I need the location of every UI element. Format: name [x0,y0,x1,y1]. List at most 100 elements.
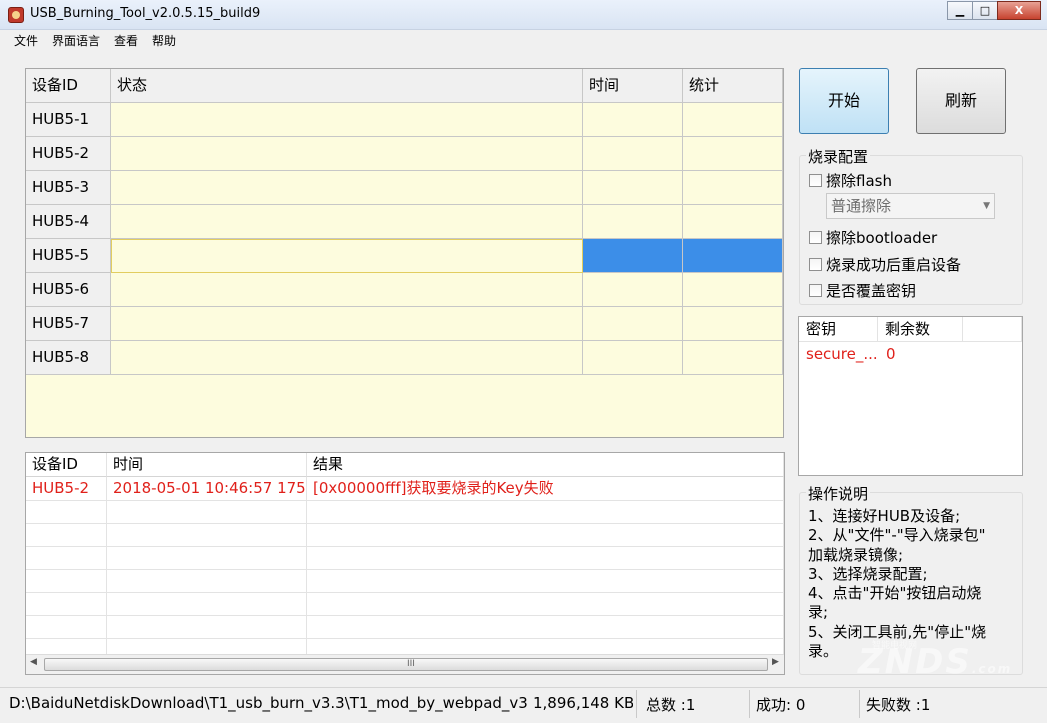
device-grid: 设备ID 状态 时间 统计 HUB5-1 HUB5-2 HUB5-3 HUB5-4 HU… [25,68,784,438]
device-row-id[interactable]: HUB5-7 [26,307,111,341]
device-row-stats[interactable] [683,205,783,239]
status-divider [749,690,750,718]
start-button[interactable]: 开始 [799,68,889,134]
device-row-stats[interactable] [683,307,783,341]
scroll-thumb[interactable]: III [44,658,768,671]
device-row-status[interactable] [111,103,583,137]
grid-header-time[interactable]: 时间 [583,69,683,103]
log-empty-cell [26,501,107,524]
device-row-stats[interactable] [683,103,783,137]
erase-bootloader-checkbox[interactable]: 擦除bootloader [809,227,937,248]
status-size: 1,896,148 KB [533,694,633,712]
device-row-time[interactable] [583,341,683,375]
device-row-stats[interactable] [683,341,783,375]
chevron-down-icon: ▼ [983,201,990,211]
grid-header-device-id[interactable]: 设备ID [26,69,111,103]
reboot-after-checkbox[interactable]: 烧录成功后重启设备 [809,254,961,275]
key-header-filler [963,317,1022,342]
status-success: 成功: 0 [756,696,806,714]
log-empty-cell [107,616,307,639]
instruction-line: 2、从"文件"-"导入烧录包" [808,526,986,545]
log-empty-cell [307,570,784,593]
scroll-grip: III [407,659,415,669]
refresh-button[interactable]: 刷新 [916,68,1006,134]
instruction-line: 录; [808,603,829,622]
window-title: USB_Burning_Tool_v2.0.5.15_build9 [30,6,261,21]
device-row-id[interactable]: HUB5-3 [26,171,111,205]
grid-header-stats[interactable]: 统计 [683,69,783,103]
status-total: 总数 :1 [646,696,696,714]
close-button[interactable]: X [997,1,1041,20]
log-row-device[interactable]: HUB5-2 [26,477,107,501]
device-row-stats[interactable] [683,137,783,171]
scroll-right-icon[interactable]: ▶ [772,657,779,667]
device-row-stats[interactable] [683,239,783,273]
checkbox-icon[interactable] [809,284,822,297]
device-row-id[interactable]: HUB5-8 [26,341,111,375]
log-header-time[interactable]: 时间 [107,453,307,477]
device-row-status[interactable] [111,205,583,239]
device-row-id[interactable]: HUB5-2 [26,137,111,171]
device-row-time[interactable] [583,137,683,171]
burn-config-title: 烧录配置 [806,146,871,167]
instruction-line: 加载烧录镜像; [808,545,904,564]
device-row-time[interactable] [583,273,683,307]
menu-file[interactable]: 文件 [14,32,38,49]
log-empty-cell [307,501,784,524]
log-empty-cell [26,524,107,547]
menu-help[interactable]: 帮助 [152,32,176,49]
device-row-status[interactable] [111,273,583,307]
device-row-stats[interactable] [683,171,783,205]
device-row-status[interactable] [111,171,583,205]
erase-mode-value: 普通擦除 [831,197,892,215]
device-row-id[interactable]: HUB5-4 [26,205,111,239]
log-row-result[interactable]: [0x00000fff]获取要烧录的Key失败 [307,477,784,501]
device-row-status[interactable] [111,137,583,171]
log-header-device-id[interactable]: 设备ID [26,453,107,477]
log-header-result[interactable]: 结果 [307,453,784,477]
log-horizontal-scrollbar[interactable]: ◀ III ▶ [26,654,784,674]
device-row-status[interactable] [111,307,583,341]
key-row-name[interactable]: secure_... [806,345,878,363]
key-header-remaining[interactable]: 剩余数 [878,317,963,342]
key-header-name[interactable]: 密钥 [799,317,878,342]
log-empty-cell [307,616,784,639]
erase-flash-checkbox[interactable]: 擦除flash [809,170,892,191]
reboot-after-label: 烧录成功后重启设备 [826,256,962,274]
app-icon [8,7,24,23]
device-row-time[interactable] [583,239,683,273]
title-bar: USB_Burning_Tool_v2.0.5.15_build9 ▁ □ X [0,0,1047,30]
erase-mode-select[interactable]: 普通擦除 ▼ [826,193,995,219]
watermark-brand: ZNDS [858,642,972,682]
overwrite-key-checkbox[interactable]: 是否覆盖密钥 [809,280,916,301]
key-row-remaining[interactable]: 0 [886,345,896,363]
checkbox-icon[interactable] [809,231,822,244]
device-row-status[interactable] [111,341,583,375]
device-row-id[interactable]: HUB5-1 [26,103,111,137]
maximize-button[interactable]: □ [972,1,998,20]
minimize-button[interactable]: ▁ [947,1,973,20]
device-row-id[interactable]: HUB5-5 [26,239,111,273]
log-row-time[interactable]: 2018-05-01 10:46:57 175 [107,477,307,501]
scroll-left-icon[interactable]: ◀ [30,657,37,667]
log-empty-cell [107,501,307,524]
instruction-line: 4、点击"开始"按钮启动烧 [808,584,982,603]
device-row-time[interactable] [583,103,683,137]
checkbox-icon[interactable] [809,174,822,187]
status-divider [636,690,637,718]
menu-view[interactable]: 查看 [114,32,138,49]
status-divider [859,690,860,718]
checkbox-icon[interactable] [809,258,822,271]
menu-language[interactable]: 界面语言 [52,32,100,49]
device-row-time[interactable] [583,171,683,205]
device-row-status[interactable] [111,239,583,273]
log-empty-cell [26,616,107,639]
device-row-id[interactable]: HUB5-6 [26,273,111,307]
device-row-time[interactable] [583,205,683,239]
status-bar: D:\BaiduNetdiskDownload\T1_usb_burn_v3.3… [0,687,1047,723]
device-row-stats[interactable] [683,273,783,307]
menu-bar: 文件 界面语言 查看 帮助 [0,30,1047,50]
grid-header-status[interactable]: 状态 [111,69,583,103]
device-row-time[interactable] [583,307,683,341]
erase-bootloader-label: 擦除bootloader [826,229,938,247]
